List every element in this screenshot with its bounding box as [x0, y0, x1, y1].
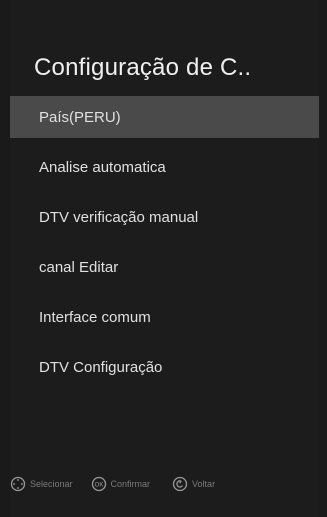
- back-icon: [172, 476, 188, 492]
- menu-item-dtv-manual-scan[interactable]: DTV verificação manual: [10, 196, 319, 238]
- hint-select: Selecionar: [10, 476, 73, 492]
- hint-select-label: Selecionar: [30, 479, 73, 489]
- tv-settings-screen: Configuração de C.. País(PERU) Analise a…: [0, 0, 327, 517]
- hint-confirm: OK Confirmar: [91, 476, 151, 492]
- menu-item-label: DTV verificação manual: [39, 208, 199, 226]
- dpad-icon: [10, 476, 26, 492]
- svg-text:OK: OK: [94, 483, 103, 489]
- hint-back-label: Voltar: [192, 479, 216, 489]
- menu-item-label: Interface comum: [39, 308, 151, 326]
- remote-hints-bar: Selecionar OK Confirmar Voltar: [0, 470, 327, 498]
- ok-icon: OK: [91, 476, 107, 492]
- menu-item-label: Analise automatica: [39, 158, 166, 176]
- menu-item-label: País(PERU): [39, 108, 121, 126]
- hint-confirm-label: Confirmar: [110, 479, 151, 489]
- page-title: Configuração de C..: [34, 54, 252, 81]
- menu-item-label: DTV Configuração: [39, 358, 163, 376]
- menu-item-channel-edit[interactable]: canal Editar: [10, 246, 319, 288]
- menu-item-dtv-settings[interactable]: DTV Configuração: [10, 346, 319, 388]
- settings-menu: País(PERU) Analise automatica DTV verifi…: [10, 96, 319, 396]
- hint-back: Voltar: [172, 476, 215, 492]
- menu-item-auto-scan[interactable]: Analise automatica: [10, 146, 319, 188]
- menu-item-country[interactable]: País(PERU): [10, 96, 319, 138]
- menu-item-common-interface[interactable]: Interface comum: [10, 296, 319, 338]
- menu-item-label: canal Editar: [39, 258, 119, 276]
